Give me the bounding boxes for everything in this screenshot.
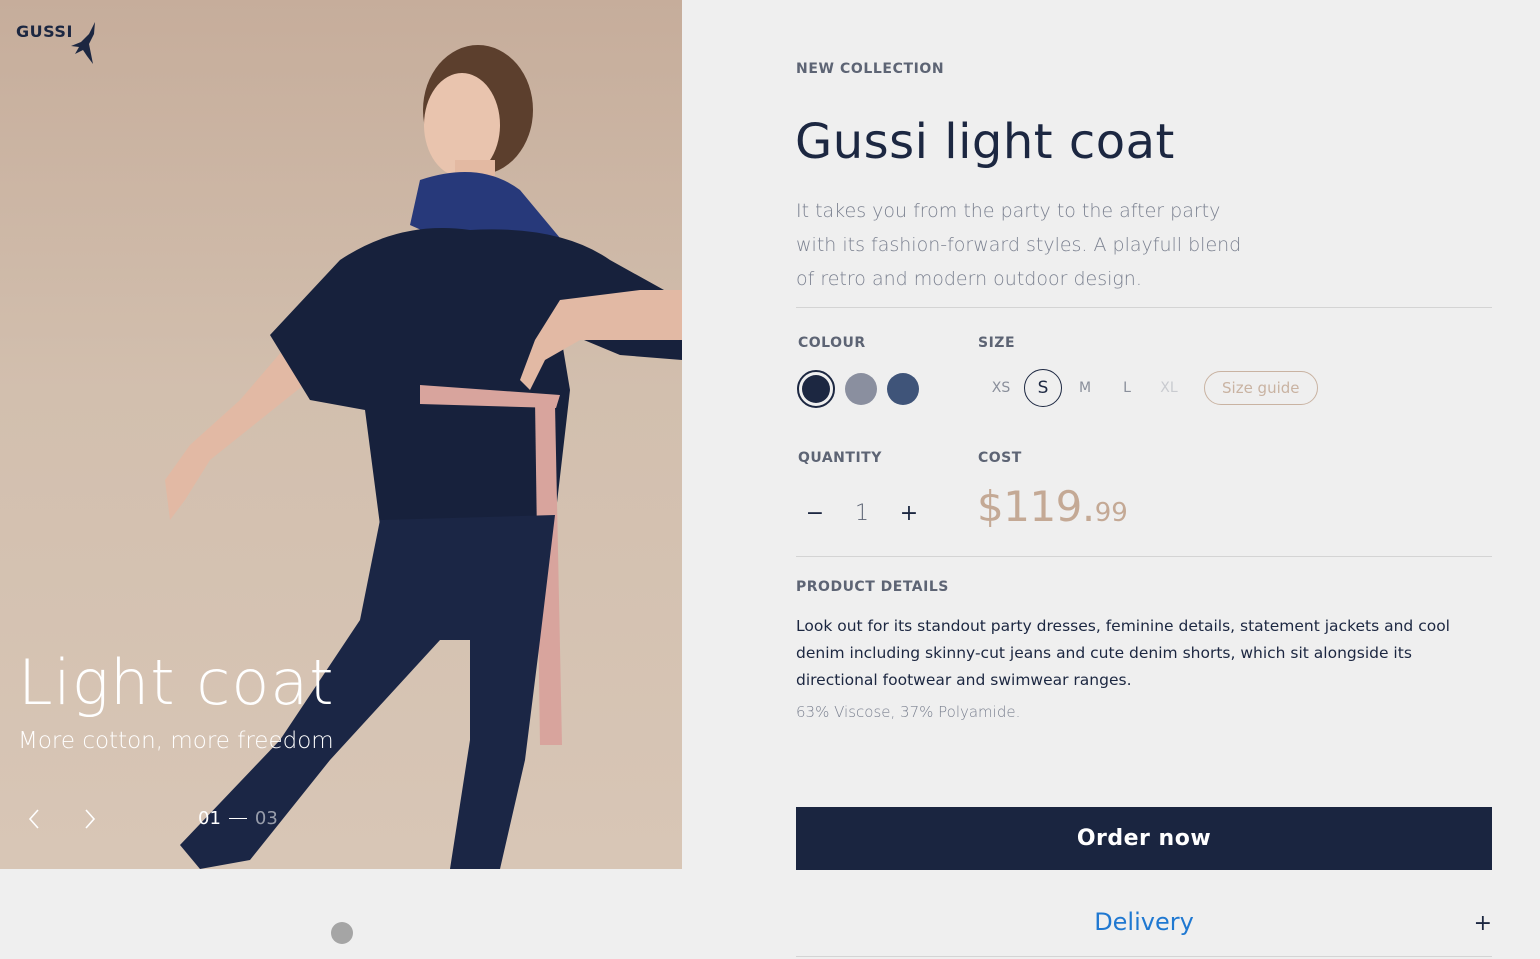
size-option-xl: XL bbox=[1160, 380, 1178, 396]
delivery-label: Delivery bbox=[1094, 908, 1194, 936]
material-composition: 63% Viscose, 37% Polyamide. bbox=[796, 703, 1021, 721]
size-guide-button[interactable]: Size guide bbox=[1204, 371, 1318, 405]
colour-swatch-grey[interactable] bbox=[845, 373, 877, 405]
slide-total: 03 bbox=[254, 808, 278, 829]
chevron-right-icon[interactable] bbox=[80, 806, 100, 832]
size-label: SIZE bbox=[978, 335, 1016, 351]
colour-swatches bbox=[797, 370, 919, 408]
product-description: It takes you from the party to the after… bbox=[796, 200, 1242, 290]
product-details-label: PRODUCT DETAILS bbox=[796, 579, 949, 595]
delivery-accordion[interactable]: Delivery + bbox=[796, 892, 1492, 957]
hero-banner: GUSSI Light coat More cotton, more freed… bbox=[0, 0, 682, 869]
product-price: $119. 99 bbox=[977, 482, 1128, 531]
chevron-left-icon[interactable] bbox=[24, 806, 44, 832]
decrease-quantity-button[interactable]: − bbox=[796, 494, 834, 532]
collection-label: NEW COLLECTION bbox=[796, 61, 945, 77]
cost-label: COST bbox=[978, 450, 1022, 466]
increase-quantity-button[interactable]: + bbox=[890, 494, 928, 532]
order-now-button[interactable]: Order now bbox=[796, 807, 1492, 870]
divider bbox=[796, 556, 1492, 557]
bird-logo-icon bbox=[70, 22, 95, 64]
quantity-stepper: − 1 + bbox=[796, 494, 928, 532]
size-selector: XS S M L XL Size guide bbox=[982, 369, 1318, 407]
hero-title: Light coat bbox=[18, 646, 335, 719]
product-title: Gussi light coat bbox=[795, 114, 1175, 170]
hero-subtitle: More cotton, more freedom bbox=[18, 728, 334, 754]
slide-current: 01 bbox=[198, 808, 221, 829]
colour-label: COLOUR bbox=[798, 335, 866, 351]
plus-icon: + bbox=[1473, 911, 1492, 936]
slide-counter: 01 03 bbox=[198, 808, 278, 829]
quantity-label: QUANTITY bbox=[798, 450, 882, 466]
price-cents: 99 bbox=[1094, 498, 1128, 528]
colour-swatch-navy[interactable] bbox=[797, 370, 835, 408]
size-option-s[interactable]: S bbox=[1024, 369, 1062, 407]
size-option-l[interactable]: L bbox=[1108, 369, 1146, 407]
price-main: $119. bbox=[977, 482, 1095, 531]
size-option-xs[interactable]: XS bbox=[982, 369, 1020, 407]
hero-slider-nav bbox=[24, 806, 100, 832]
colour-swatch-blue[interactable] bbox=[887, 373, 919, 405]
divider bbox=[796, 307, 1492, 308]
counter-separator bbox=[228, 817, 247, 820]
size-option-m[interactable]: M bbox=[1066, 369, 1104, 407]
brand-logo[interactable]: GUSSI bbox=[16, 20, 99, 66]
scroll-indicator[interactable] bbox=[331, 922, 353, 944]
quantity-value[interactable]: 1 bbox=[834, 501, 890, 526]
product-details-text: Look out for its standout party dresses,… bbox=[796, 617, 1450, 689]
brand-name: GUSSI bbox=[16, 22, 73, 41]
